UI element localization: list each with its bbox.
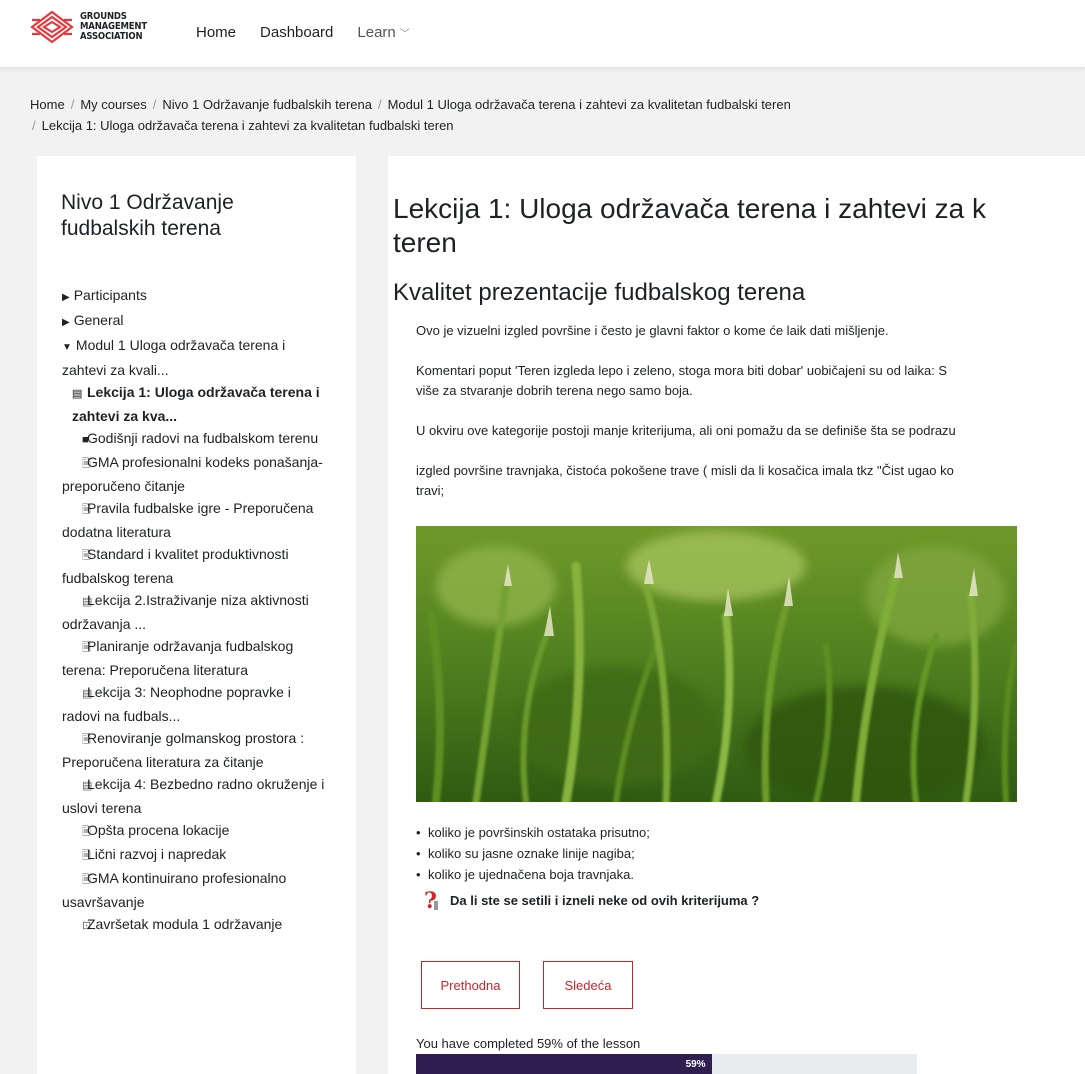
nav-item-label: Lekcija 4: Bezbedno radno okruženje i us… [62, 776, 325, 816]
paragraph-2-line-1: Komentari poput 'Teren izgleda lepo i ze… [416, 363, 948, 378]
previous-button[interactable]: Prethodna [421, 961, 520, 1009]
lesson-title: Lekcija 1: Uloga održavača terena i zaht… [393, 193, 986, 224]
nav-lekcija-3[interactable]: ▤Lekcija 3: Neophodne popravke i radovi … [62, 681, 332, 727]
chevron-down-icon: ﹀ [399, 29, 410, 40]
lesson-icon: ▤ [82, 688, 93, 700]
nav-item-label: Planiranje održavanja fudbalskog terena:… [62, 638, 294, 678]
paragraph-1: Ovo je vizuelni izgled površine i često … [416, 323, 889, 338]
nav-godisnji-radovi[interactable]: ■Godišnji radovi na fudbalskom terenu [62, 427, 332, 451]
book-icon: ■ [82, 434, 89, 446]
lesson-title-continued: teren [393, 227, 457, 258]
nav-participants[interactable]: ▶ Participants [62, 284, 342, 309]
nav-item-label: General [73, 312, 124, 328]
paragraph-4-line-1: izgled površine travnjaka, čistoća pokoš… [416, 463, 954, 478]
nav-lekcija-4[interactable]: ▤Lekcija 4: Bezbedno radno okruženje i u… [62, 773, 332, 819]
nav-pravila[interactable]: 🗎Pravila fudbalske igre - Preporučena do… [62, 497, 332, 543]
progress-fill: 59% [416, 1054, 712, 1074]
breadcrumb-course[interactable]: Nivo 1 Održavanje fudbalskih terena [162, 97, 372, 112]
nav-learn-label: Learn [357, 24, 396, 41]
breadcrumb-home[interactable]: Home [30, 97, 65, 112]
nav-item-label: Lični razvoj i napredak [87, 846, 227, 862]
nav-item-label: Lekcija 1: Uloga održavača terena i zaht… [72, 384, 320, 424]
nav-item-label: Modul 1 Uloga održavača terena i zahtevi… [62, 337, 286, 378]
nav-gma-kodeks[interactable]: 🗎GMA profesionalni kodeks ponašanja-prep… [62, 451, 332, 497]
nav-item-label: Godišnji radovi na fudbalskom terenu [87, 430, 319, 446]
breadcrumb-separator: / [152, 97, 157, 112]
feedback-icon: ⊡ [82, 920, 92, 932]
top-navbar: GROUNDS MANAGEMENT ASSOCIATION Home Dash… [0, 0, 1085, 68]
grass-photo-illustration [416, 526, 1017, 802]
triangle-down-icon: ▼ [62, 342, 72, 353]
breadcrumb-separator: / [70, 97, 75, 112]
nav-zavrsetak[interactable]: ⊡Završetak modula 1 održavanje [62, 913, 332, 937]
triangle-right-icon: ▶ [62, 317, 70, 328]
criteria-list: koliko je površinskih ostataka prisutno;… [416, 822, 650, 885]
breadcrumb-separator: / [377, 97, 382, 112]
lesson-icon: ▤ [82, 780, 93, 792]
nav-lekcija-2[interactable]: ▤Lekcija 2.Istraživanje niza aktivnosti … [62, 589, 332, 635]
paragraph-2-line-2: više za stvaranje dobrih terena nego sam… [416, 383, 693, 398]
nav-standard[interactable]: 🗎Standard i kvalitet produktivnosti fudb… [62, 543, 332, 589]
gma-logo-icon [30, 10, 74, 44]
nav-general[interactable]: ▶ General [62, 309, 342, 334]
question-text: Da li ste se setili i izneli neke od ovi… [450, 892, 760, 908]
nav-lesson-1-active[interactable]: ▤ Lekcija 1: Uloga održavača terena i zah… [62, 381, 322, 427]
nav-learn-dropdown[interactable]: Learn ﹀ [357, 24, 409, 41]
file-icon: 🗎 [82, 734, 91, 746]
nav-item-label: GMA profesionalni kodeks ponašanja-prepo… [62, 454, 323, 494]
lesson-icon: ▤ [72, 388, 83, 400]
paragraph-3: U okviru ove kategorije postoji manje kr… [416, 423, 956, 438]
lesson-content: Lekcija 1: Uloga održavača terena i zaht… [388, 156, 1085, 1074]
nav-home[interactable]: Home [196, 24, 236, 41]
grass-image [416, 526, 1017, 802]
course-navigation-block: Nivo 1 Održavanje fudbalskih terena ▶ Par… [37, 156, 356, 1074]
nav-licni-razvoj[interactable]: 🗎Lični razvoj i napredak [62, 843, 332, 867]
nav-planiranje[interactable]: 🗎Planiranje održavanja fudbalskog terena… [62, 635, 332, 681]
nav-item-label: Pravila fudbalske igre - Preporučena dod… [62, 500, 314, 540]
next-button[interactable]: Sledeća [543, 961, 633, 1009]
brand-name: GROUNDS MANAGEMENT ASSOCIATION [80, 12, 147, 42]
nav-item-label: GMA kontinuirano profesionalno usavršava… [62, 870, 287, 910]
course-nav-list: ▶ Participants ▶ General ▼ Modul 1 Uloga od… [62, 284, 342, 937]
nav-item-label: Participants [73, 287, 147, 303]
file-icon: 🗎 [82, 458, 91, 470]
list-item: koliko je površinskih ostataka prisutno; [416, 822, 650, 843]
breadcrumb-module[interactable]: Modul 1 Uloga održavača terena i zahtevi… [388, 97, 791, 112]
file-icon: 🗎 [82, 550, 91, 562]
nav-renoviranje[interactable]: 🗎Renoviranje golmanskog prostora : Prepo… [62, 727, 332, 773]
breadcrumb-lesson[interactable]: Lekcija 1: Uloga održavača terena i zaht… [42, 118, 454, 133]
nav-item-label: Završetak modula 1 održavanje [87, 916, 283, 932]
nav-item-label: Opšta procena lokacije [87, 822, 230, 838]
lesson-icon: ▤ [82, 596, 93, 608]
breadcrumb: Home / My courses / Nivo 1 Održavanje fudbal… [30, 94, 1070, 136]
question-prompt: ? Da li ste se setili i izneli neke od o… [422, 889, 759, 911]
nav-item-label: Standard i kvalitet produktivnosti fudba… [62, 546, 289, 586]
progress-text: You have completed 59% of the lesson [416, 1036, 641, 1051]
paragraph-4-line-2: travi; [416, 483, 445, 498]
nav-module-1[interactable]: ▼ Modul 1 Uloga održavača terena i zahtev… [62, 334, 332, 381]
file-icon: 🗎 [82, 504, 91, 516]
triangle-right-icon: ▶ [62, 292, 70, 303]
brand-line-3: ASSOCIATION [80, 31, 143, 42]
brand-logo[interactable]: GROUNDS MANAGEMENT ASSOCIATION [30, 8, 159, 46]
primary-nav: Home Dashboard Learn ﹀ [196, 24, 434, 41]
nav-opsta-procena[interactable]: 🗎Opšta procena lokacije [62, 819, 332, 843]
nav-item-label: Lekcija 2.Istraživanje niza aktivnosti o… [62, 592, 309, 632]
file-icon: 🗎 [82, 874, 91, 886]
file-icon: 🗎 [82, 826, 91, 838]
breadcrumb-my-courses[interactable]: My courses [80, 97, 146, 112]
lesson-progress-bar: 59% [416, 1054, 917, 1074]
nav-item-label: Renoviranje golmanskog prostora : Prepor… [62, 730, 305, 770]
file-icon: 🗎 [82, 642, 91, 654]
file-text-icon: 🗎 [82, 850, 91, 862]
list-item: koliko je ujednačena boja travnjaka. [416, 864, 650, 885]
breadcrumb-separator: / [32, 118, 36, 133]
section-heading: Kvalitet prezentacije fudbalskog terena [393, 279, 806, 306]
question-mark-icon: ? [424, 889, 438, 911]
nav-item-label: Lekcija 3: Neophodne popravke i radovi n… [62, 684, 291, 724]
nav-dashboard[interactable]: Dashboard [260, 24, 333, 41]
list-item: koliko su jasne oznake linije nagiba; [416, 843, 650, 864]
course-title: Nivo 1 Održavanje fudbalskih terena [61, 191, 234, 240]
nav-gma-kontinuirano[interactable]: 🗎GMA kontinuirano profesionalno usavršav… [62, 867, 332, 913]
